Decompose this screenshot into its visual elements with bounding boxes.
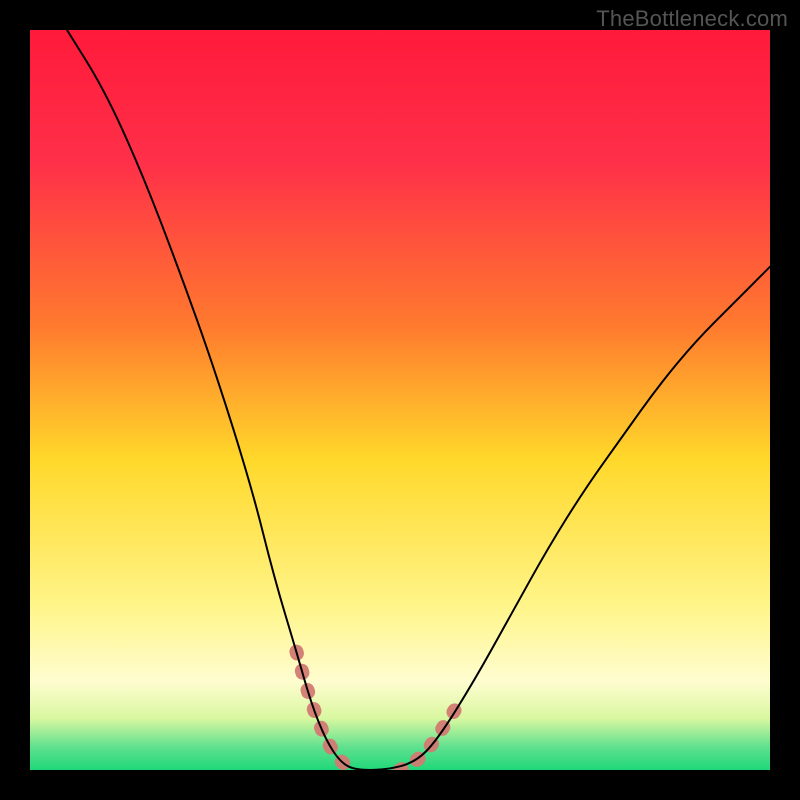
chart-svg xyxy=(30,30,770,770)
chart-background xyxy=(30,30,770,770)
plot-area xyxy=(30,30,770,770)
watermark-label: TheBottleneck.com xyxy=(596,6,788,32)
chart-frame: TheBottleneck.com xyxy=(0,0,800,800)
